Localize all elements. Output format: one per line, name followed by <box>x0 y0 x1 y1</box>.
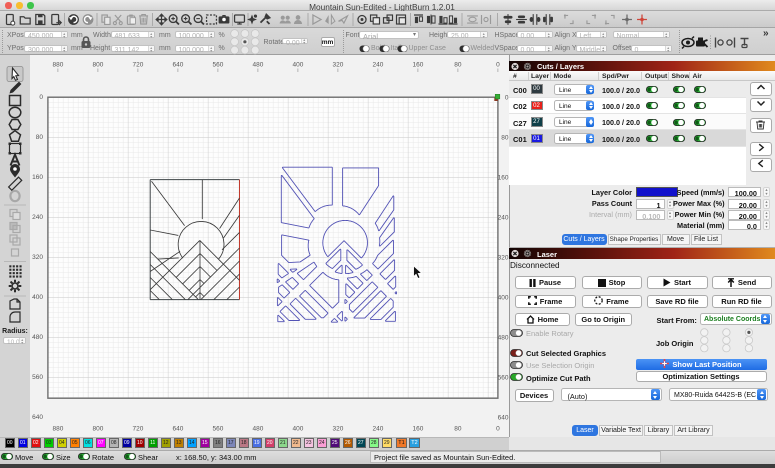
svg-text:400: 400 <box>292 426 303 433</box>
svg-text:0: 0 <box>496 62 500 69</box>
svg-text:800: 800 <box>92 62 103 69</box>
svg-text:80: 80 <box>454 426 462 433</box>
svg-text:80: 80 <box>454 62 462 69</box>
svg-text:560: 560 <box>498 374 509 381</box>
svg-text:0: 0 <box>496 426 500 433</box>
svg-text:720: 720 <box>132 62 143 69</box>
svg-text:320: 320 <box>32 254 43 261</box>
svg-text:880: 880 <box>52 426 63 433</box>
svg-text:80: 80 <box>501 134 509 141</box>
svg-text:320: 320 <box>332 62 343 69</box>
svg-text:160: 160 <box>498 174 509 181</box>
svg-text:640: 640 <box>498 414 509 421</box>
svg-text:560: 560 <box>32 374 43 381</box>
svg-text:80: 80 <box>36 134 44 141</box>
svg-text:400: 400 <box>292 62 303 69</box>
svg-text:160: 160 <box>412 426 423 433</box>
svg-text:160: 160 <box>32 174 43 181</box>
svg-text:640: 640 <box>172 426 183 433</box>
svg-text:560: 560 <box>212 62 223 69</box>
svg-text:240: 240 <box>372 62 383 69</box>
svg-text:720: 720 <box>132 426 143 433</box>
svg-text:480: 480 <box>252 426 263 433</box>
svg-text:880: 880 <box>52 62 63 69</box>
svg-text:400: 400 <box>32 294 43 301</box>
svg-text:480: 480 <box>498 334 509 341</box>
svg-text:400: 400 <box>498 294 509 301</box>
svg-text:240: 240 <box>32 214 43 221</box>
svg-text:800: 800 <box>92 426 103 433</box>
svg-text:Radius:: Radius: <box>2 328 28 335</box>
svg-text:0: 0 <box>39 94 43 101</box>
svg-text:320: 320 <box>498 254 509 261</box>
svg-text:640: 640 <box>172 62 183 69</box>
svg-text:480: 480 <box>252 62 263 69</box>
svg-text:560: 560 <box>212 426 223 433</box>
svg-text:240: 240 <box>498 214 509 221</box>
svg-text:240: 240 <box>372 426 383 433</box>
svg-text:160: 160 <box>412 62 423 69</box>
svg-text:640: 640 <box>32 414 43 421</box>
svg-text:320: 320 <box>332 426 343 433</box>
svg-text:480: 480 <box>32 334 43 341</box>
